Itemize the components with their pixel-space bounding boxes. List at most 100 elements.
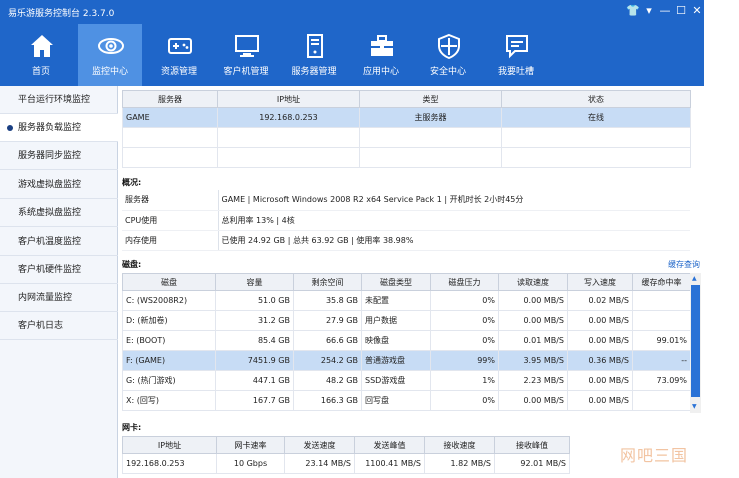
scroll-up-icon[interactable]: ▲ [692, 275, 697, 282]
table-row[interactable]: E: (BOOT) 85.4 GB 66.6 GB 映像盘 0% 0.01 MB… [122, 330, 691, 351]
disk-read: 0.01 MB/S [498, 330, 568, 351]
table-row[interactable]: C: (WS2008R2) 51.0 GB 35.8 GB 未配置 0% 0.0… [122, 290, 691, 311]
disk-write: 0.00 MB/S [567, 330, 633, 351]
app-title: 易乐游服务控制台 2.3.7.0 [8, 9, 115, 19]
scroll-down-icon[interactable]: ▼ [692, 403, 697, 410]
tab-feedback[interactable]: 我要吐槽 [484, 24, 548, 86]
disk-pressure: 0% [430, 310, 499, 331]
disk-type: 映像盘 [361, 330, 431, 351]
column-header[interactable]: 缓存命中率 [632, 273, 691, 291]
column-header[interactable]: 发送速度 [284, 436, 355, 454]
column-header[interactable]: 接收速度 [424, 436, 495, 454]
disk-capacity: 31.2 GB [215, 310, 294, 331]
table-row[interactable]: D: (新加卷) 31.2 GB 27.9 GB 用户数据 0% 0.00 MB… [122, 310, 691, 331]
title-bar: 易乐游服务控制台 2.3.7.0 👕 ▾ — ☐ ✕ [0, 0, 704, 24]
disk-free: 254.2 GB [293, 350, 362, 371]
cache-query-link[interactable]: 缓存查询 [668, 259, 700, 270]
sidebar-item-server-sync[interactable]: 服务器同步监控 [0, 142, 118, 170]
menu-dropdown-icon[interactable]: ▾ [642, 4, 656, 18]
table-row[interactable]: F: (GAME) 7451.9 GB 254.2 GB 普通游戏盘 99% 3… [122, 350, 691, 371]
sidebar-item-client-temp[interactable]: 客户机温度监控 [0, 228, 118, 256]
sidebar-item-label: 服务器负载监控 [18, 123, 82, 133]
tab-server-management-label: 服务器管理 [291, 67, 337, 77]
disk-read: 2.23 MB/S [498, 370, 568, 391]
disk-name: C: (WS2008R2) [122, 290, 216, 311]
disk-type: 用户数据 [361, 310, 431, 331]
tab-home[interactable]: 首页 [9, 24, 73, 86]
column-header[interactable]: 网卡速率 [216, 436, 285, 454]
table-row[interactable]: G: (热门游戏) 447.1 GB 48.2 GB SSD游戏盘 1% 2.2… [122, 370, 691, 391]
sidebar-item-label: 平台运行环境监控 [18, 95, 91, 105]
active-dot-icon [7, 125, 13, 131]
column-header[interactable]: 发送峰值 [354, 436, 425, 454]
sidebar-item-client-log[interactable]: 客户机日志 [0, 312, 118, 340]
sidebar-item-lan-traffic[interactable]: 内网流量监控 [0, 284, 118, 312]
server-type: 主服务器 [359, 107, 502, 128]
disk-free: 35.8 GB [293, 290, 362, 311]
table-row[interactable]: X: (回写) 167.7 GB 166.3 GB 回写盘 0% 0.00 MB… [122, 390, 691, 411]
sidebar-item-label: 游戏虚拟盘监控 [18, 180, 82, 190]
column-header[interactable]: 读取速度 [498, 273, 568, 291]
server-status: 在线 [501, 107, 691, 128]
column-header[interactable]: 写入速度 [567, 273, 633, 291]
disk-write: 0.36 MB/S [567, 350, 633, 371]
sidebar-item-system-vdisk[interactable]: 系统虚拟盘监控 [0, 199, 118, 227]
tab-server-management[interactable]: 服务器管理 [282, 24, 346, 86]
column-header[interactable]: 磁盘类型 [361, 273, 431, 291]
table-row[interactable]: 192.168.0.253 10 Gbps 23.14 MB/S 1100.41… [122, 453, 570, 474]
column-header[interactable]: 状态 [501, 90, 691, 108]
disk-name: F: (GAME) [122, 350, 216, 371]
overview-row: CPU使用 总利用率 13% | 4核 [122, 210, 690, 231]
column-header[interactable]: 接收峰值 [494, 436, 570, 454]
minimize-button[interactable]: — [658, 4, 672, 18]
disk-table: 磁盘 容量 剩余空间 磁盘类型 磁盘压力 读取速度 写入速度 缓存命中率 C: … [122, 273, 691, 411]
sidebar: 平台运行环境监控 服务器负载监控 服务器同步监控 游戏虚拟盘监控 系统虚拟盘监控… [0, 86, 118, 478]
disk-read: 0.00 MB/S [498, 290, 568, 311]
column-header[interactable]: 剩余空间 [293, 273, 362, 291]
overview-value: 已使用 24.92 GB | 总共 63.92 GB | 使用率 38.98% [218, 230, 690, 251]
disk-hit: 99.01% [632, 330, 691, 351]
tab-resource-management[interactable]: 资源管理 [147, 24, 211, 86]
disk-type: 普通游戏盘 [361, 350, 431, 371]
close-button[interactable]: ✕ [690, 4, 704, 18]
column-header[interactable]: 容量 [215, 273, 294, 291]
tab-monitor-center[interactable]: 监控中心 [78, 24, 142, 86]
sidebar-item-platform-env[interactable]: 平台运行环境监控 [0, 86, 118, 114]
skin-icon[interactable]: 👕 [626, 4, 640, 18]
disk-capacity: 51.0 GB [215, 290, 294, 311]
sidebar-item-game-vdisk[interactable]: 游戏虚拟盘监控 [0, 171, 118, 199]
nic-title: 网卡: [122, 423, 142, 432]
disk-read: 3.95 MB/S [498, 350, 568, 371]
maximize-button[interactable]: ☐ [674, 4, 688, 18]
scrollbar-thumb[interactable] [691, 285, 700, 397]
disk-free: 48.2 GB [293, 370, 362, 391]
disk-pressure: 0% [430, 330, 499, 351]
nic-table: IP地址 网卡速率 发送速度 发送峰值 接收速度 接收峰值 192.168.0.… [122, 436, 570, 474]
eye-icon [98, 38, 124, 54]
table-row[interactable]: GAME 192.168.0.253 主服务器 在线 [122, 107, 691, 128]
nic-rate: 10 Gbps [216, 453, 285, 474]
tab-security-center[interactable]: 安全中心 [416, 24, 480, 86]
disk-read: 0.00 MB/S [498, 310, 568, 331]
sidebar-item-label: 客户机硬件监控 [18, 265, 82, 275]
tab-client-management[interactable]: 客户机管理 [214, 24, 278, 86]
sidebar-item-server-load[interactable]: 服务器负载监控 [0, 114, 118, 142]
column-header[interactable]: IP地址 [217, 90, 360, 108]
column-header[interactable]: 磁盘 [122, 273, 216, 291]
main-content: 服务器 IP地址 类型 状态 GAME 192.168.0.253 主服务器 在… [118, 86, 704, 478]
disk-table-scrollbar[interactable]: ▲ ▼ [690, 273, 701, 413]
main-toolbar: 首页 监控中心 资源管理 客户机管理 服务器管理 应用中心 安全中心 我要吐槽 [0, 24, 704, 86]
column-header[interactable]: 类型 [359, 90, 502, 108]
column-header[interactable]: 服务器 [122, 90, 218, 108]
column-header[interactable]: IP地址 [122, 436, 217, 454]
sidebar-item-client-hardware[interactable]: 客户机硬件监控 [0, 256, 118, 284]
disk-free: 166.3 GB [293, 390, 362, 411]
tab-home-label: 首页 [31, 67, 50, 77]
tab-app-center[interactable]: 应用中心 [349, 24, 413, 86]
disk-pressure: 0% [430, 290, 499, 311]
column-header[interactable]: 磁盘压力 [430, 273, 499, 291]
overview-row: 内存使用 已使用 24.92 GB | 总共 63.92 GB | 使用率 38… [122, 230, 690, 251]
server-table: 服务器 IP地址 类型 状态 GAME 192.168.0.253 主服务器 在… [122, 90, 691, 168]
sidebar-item-label: 客户机日志 [18, 321, 64, 331]
disk-name: D: (新加卷) [122, 310, 216, 331]
